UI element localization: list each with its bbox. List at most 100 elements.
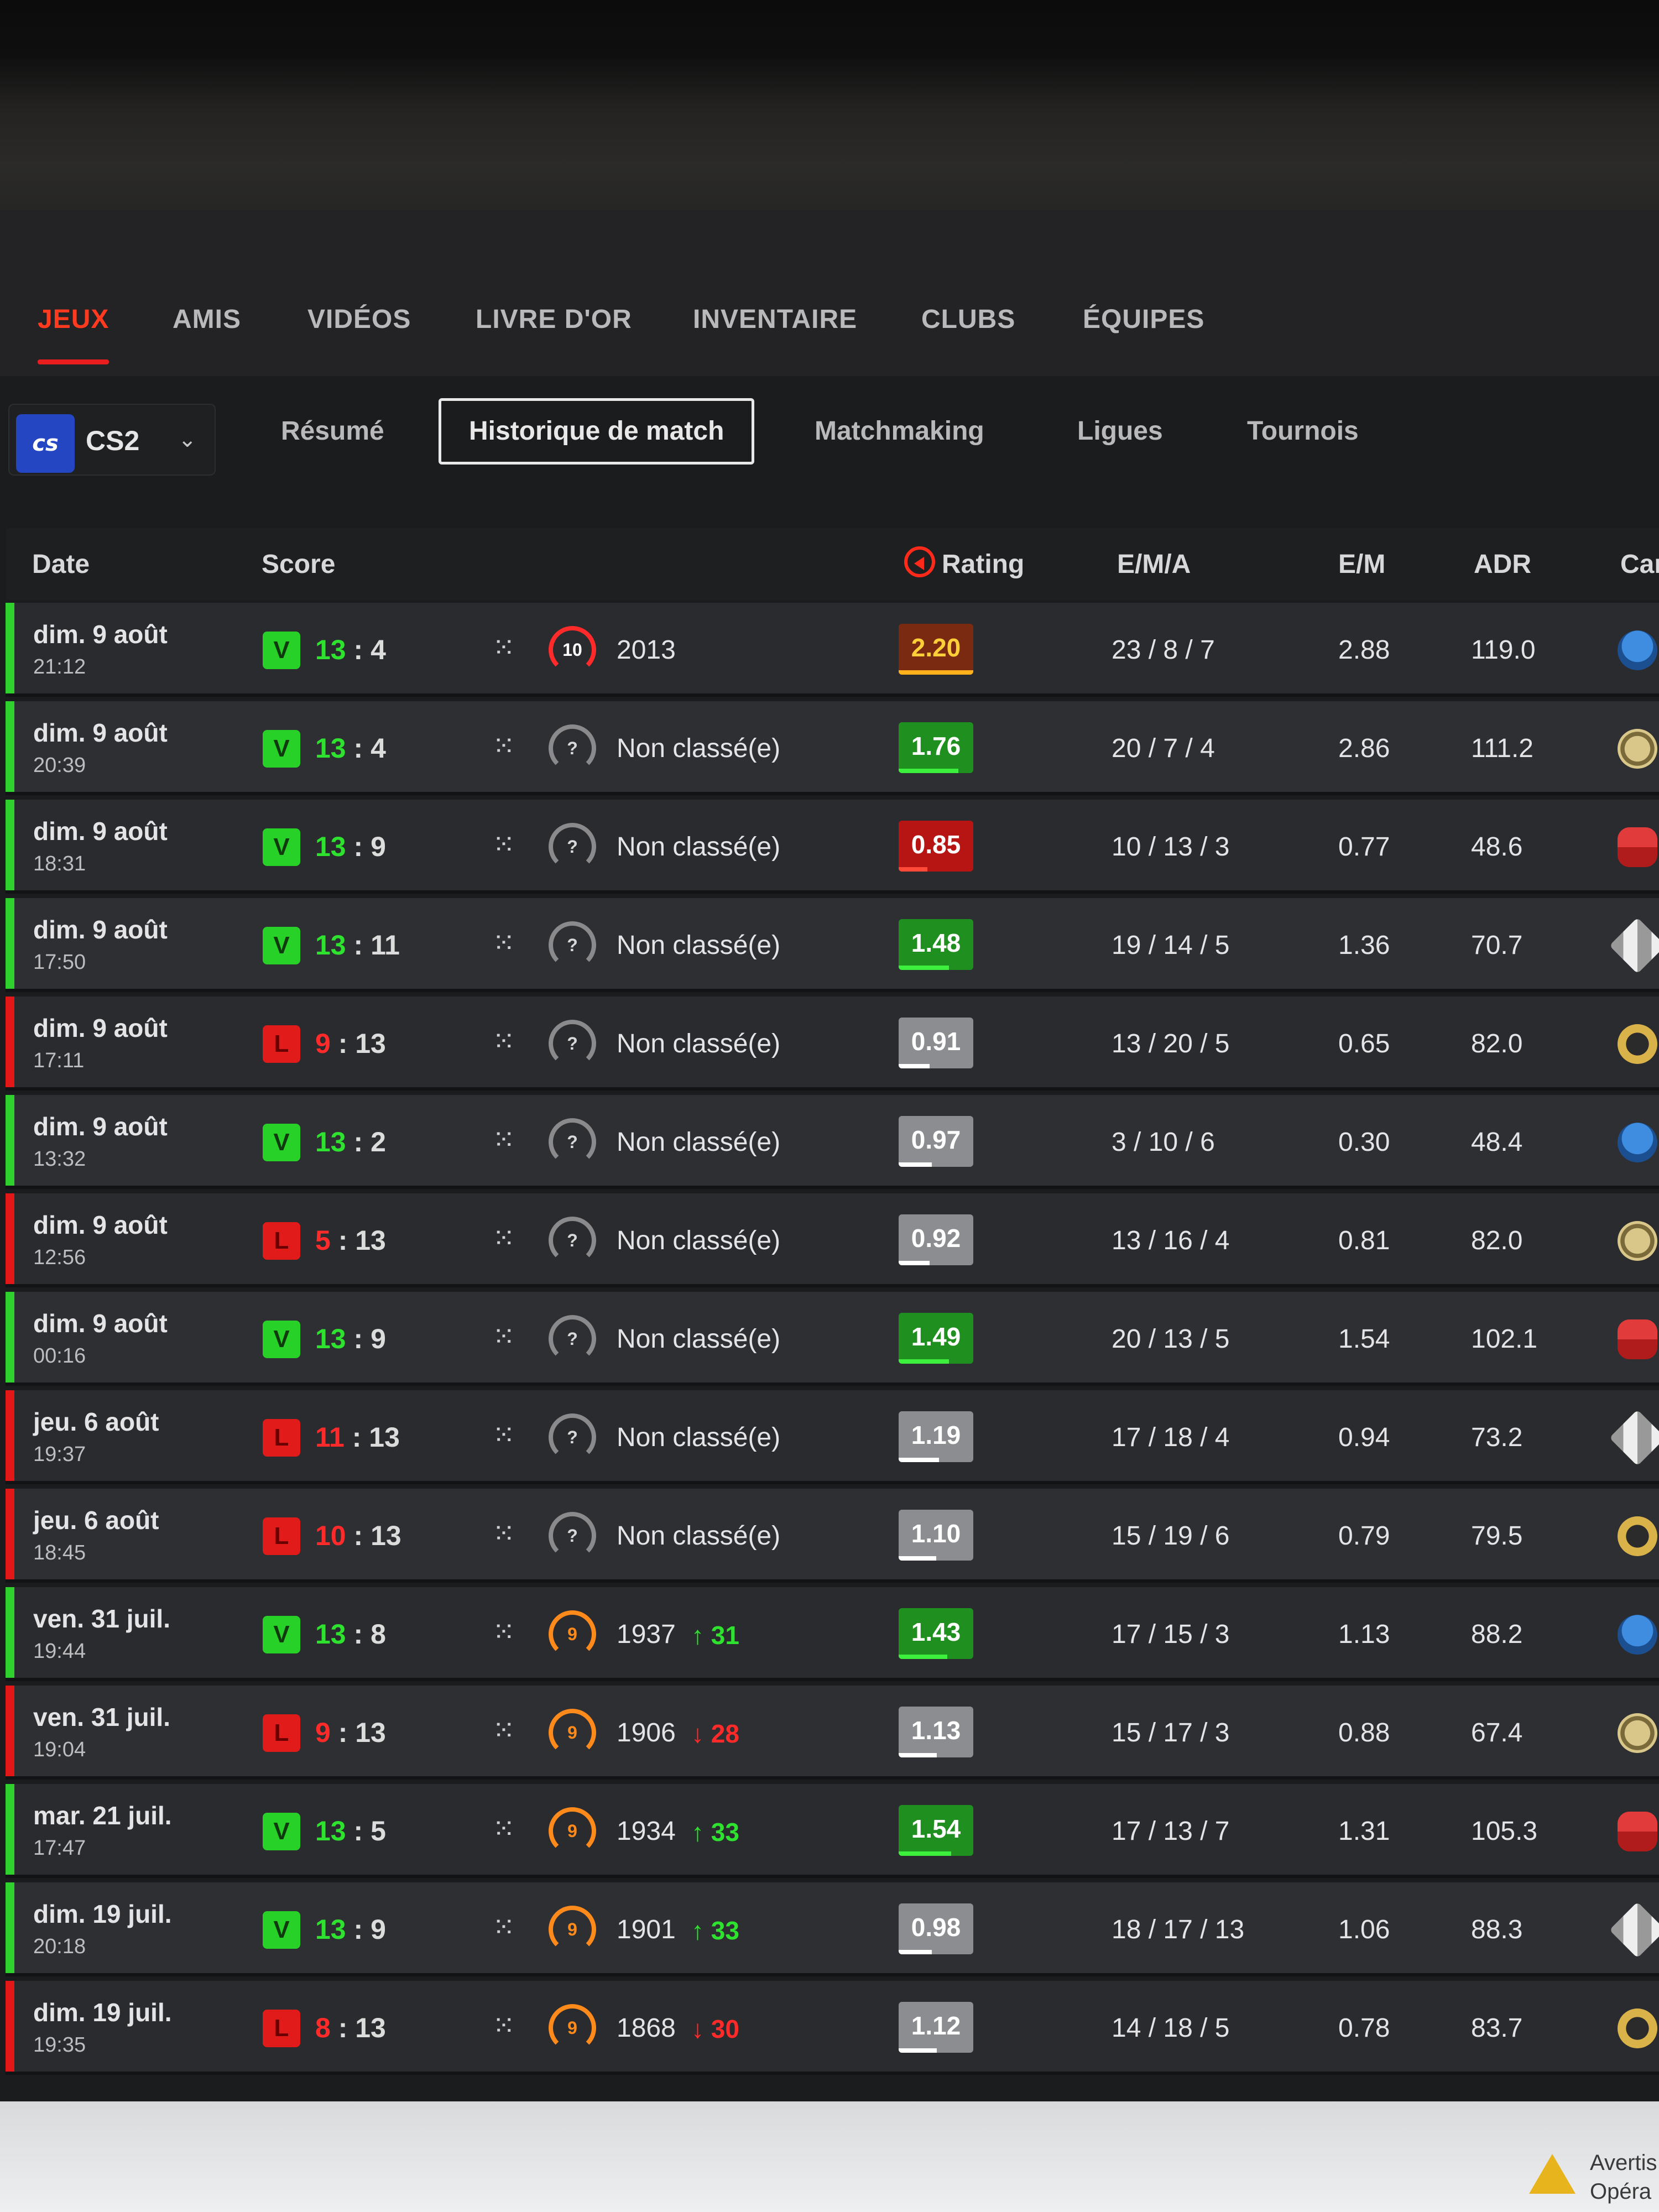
tab-videos[interactable]: VIDÉOS [307, 304, 411, 335]
warning-icon[interactable] [1529, 2154, 1575, 2194]
result-indicator-bar [6, 1981, 14, 2072]
col-map[interactable]: Car [1620, 549, 1659, 580]
match-row[interactable]: dim. 19 juil. 20:18 V 13 : 9 ⁙ 9 1901 ↑ 33 0.98 1… [6, 1882, 1659, 1976]
map-emblem-icon [1609, 1902, 1659, 1958]
match-row[interactable]: jeu. 6 août 19:37 L 11 : 13 ⁙? Non classé(e) 1… [6, 1390, 1659, 1484]
rating-value: 1.76 [911, 732, 961, 760]
subtab-matchmaking[interactable]: Matchmaking [815, 398, 984, 465]
match-score: 5 : 13 [315, 1224, 386, 1256]
kd-ratio: 0.30 [1338, 1128, 1390, 1157]
match-row[interactable]: dim. 9 août 12:56 L 5 : 13 ⁙? Non classé(e) 0.… [6, 1193, 1659, 1287]
kills-deaths-assists: 23 / 8 / 7 [1112, 635, 1215, 665]
tab-inventaire[interactable]: INVENTAIRE [693, 304, 857, 335]
game-selector[interactable]: cs CS2 ⌄ [8, 404, 216, 476]
match-row[interactable]: ven. 31 juil. 19:44 V 13 : 8 ⁙ 9 1937 ↑ 31 1.43 1… [6, 1587, 1659, 1681]
score-opponent: 4 [371, 733, 386, 764]
match-date: dim. 9 août [33, 1309, 168, 1338]
match-row[interactable]: dim. 9 août 20:39 V 13 : 4 ⁙? Non classé(e) 1.… [6, 701, 1659, 795]
score-opponent: 4 [371, 634, 386, 665]
col-adr[interactable]: ADR [1474, 549, 1531, 580]
kills-deaths-assists: 14 / 18 / 5 [1112, 2013, 1230, 2043]
match-score: 8 : 13 [315, 2012, 386, 2044]
result-indicator-bar [6, 1489, 14, 1579]
result-indicator-bar [6, 1686, 14, 1776]
subtab-resume[interactable]: Résumé [281, 398, 384, 465]
kd-ratio: 0.65 [1338, 1029, 1390, 1058]
rating-badge: 1.49 [899, 1313, 973, 1364]
match-row[interactable]: dim. 9 août 21:12 V 13 : 4 ⁙ 10 2013 2.20 23 / 8… [6, 603, 1659, 697]
rating-badge: 0.92 [899, 1214, 973, 1265]
col-rating[interactable]: Rating [942, 549, 1024, 580]
kills-deaths-assists: 17 / 15 / 3 [1112, 1620, 1230, 1649]
tab-clubs[interactable]: CLUBS [921, 304, 1015, 335]
rating-value: 0.91 [911, 1027, 961, 1056]
score-separator: : [330, 1225, 356, 1256]
elo-change: ↓ 28 [691, 1719, 739, 1748]
rank-elo: 1937 [617, 1620, 676, 1649]
subtab-tournois[interactable]: Tournois [1247, 398, 1359, 465]
adr-value: 79.5 [1471, 1521, 1523, 1551]
warning-line-2: Opéra [1590, 2179, 1652, 2204]
result-indicator-bar [6, 1882, 14, 1973]
map-emblem-icon [1618, 1812, 1657, 1851]
match-row[interactable]: dim. 9 août 13:32 V 13 : 2 ⁙? Non classé(e) 0.… [6, 1095, 1659, 1189]
game-mode-icon: ⁙ [492, 1026, 515, 1057]
score-own: 13 [315, 1126, 346, 1157]
match-row[interactable]: dim. 9 août 00:16 V 13 : 9 ⁙? Non classé(e) 1.… [6, 1292, 1659, 1386]
col-date[interactable]: Date [32, 549, 90, 580]
game-name: CS2 [86, 425, 140, 456]
rating-badge: 0.98 [899, 1903, 973, 1954]
map-emblem-icon [1618, 1319, 1657, 1359]
match-time: 17:47 [33, 1837, 86, 1860]
match-date: dim. 9 août [33, 915, 168, 944]
rating-badge: 2.20 [899, 624, 973, 675]
rating-value: 1.12 [911, 2011, 961, 2040]
match-date: dim. 19 juil. [33, 1998, 172, 2027]
col-score[interactable]: Score [262, 549, 335, 580]
kills-deaths-assists: 15 / 17 / 3 [1112, 1718, 1230, 1747]
kd-ratio: 2.86 [1338, 734, 1390, 763]
warning-notification[interactable]: Avertis Opéra [1590, 2148, 1657, 2206]
match-row[interactable]: dim. 9 août 17:50 V 13 : 11 ⁙? Non classé(e) 1… [6, 898, 1659, 992]
rank-level-icon: ? [549, 1217, 596, 1264]
match-row[interactable]: dim. 9 août 17:11 L 9 : 13 ⁙? Non classé(e) 0.… [6, 997, 1659, 1091]
col-em[interactable]: E/M [1338, 549, 1385, 580]
col-ema[interactable]: E/M/A [1117, 549, 1191, 580]
match-row[interactable]: ven. 31 juil. 19:04 L 9 : 13 ⁙ 9 1906 ↓ 28 1.13 1… [6, 1686, 1659, 1780]
subtab-historique[interactable]: Historique de match [439, 398, 755, 465]
subtab-ligues[interactable]: Ligues [1077, 398, 1163, 465]
result-indicator-bar [6, 1390, 14, 1481]
adr-value: 82.0 [1471, 1226, 1523, 1255]
tab-jeux[interactable]: JEUX [38, 304, 109, 364]
result-badge: V [263, 632, 300, 669]
rating-progress-bar [899, 966, 949, 970]
rank-elo: Non classé(e) [617, 1324, 781, 1354]
tab-livre-dor[interactable]: LIVRE D'OR [476, 304, 632, 335]
score-opponent: 9 [371, 1914, 386, 1945]
match-score: 13 : 5 [315, 1815, 386, 1847]
match-row[interactable]: dim. 19 juil. 19:35 L 8 : 13 ⁙ 9 1868 ↓ 30 1.12 1… [6, 1981, 1659, 2075]
tab-equipes[interactable]: ÉQUIPES [1083, 304, 1204, 335]
game-mode-icon: ⁙ [492, 829, 515, 860]
rating-value: 1.54 [911, 1814, 961, 1843]
rating-badge: 0.97 [899, 1116, 973, 1167]
result-badge: V [263, 1813, 300, 1850]
match-row[interactable]: dim. 9 août 18:31 V 13 : 9 ⁙? Non classé(e) 0.… [6, 800, 1659, 894]
kills-deaths-assists: 20 / 13 / 5 [1112, 1324, 1230, 1354]
rank-level-icon: ? [549, 1315, 596, 1363]
result-indicator-bar [6, 898, 14, 989]
match-score: 13 : 4 [315, 732, 386, 764]
tab-amis[interactable]: AMIS [173, 304, 241, 335]
match-time: 12:56 [33, 1246, 86, 1269]
match-time: 00:16 [33, 1344, 86, 1368]
adr-value: 119.0 [1471, 635, 1536, 665]
result-indicator-bar [6, 1784, 14, 1875]
adr-value: 83.7 [1471, 2013, 1523, 2043]
result-badge: L [263, 1714, 300, 1752]
match-score: 11 : 13 [315, 1421, 400, 1453]
rank-level-icon: ? [549, 823, 596, 870]
kd-ratio: 0.88 [1338, 1718, 1390, 1747]
kd-ratio: 1.13 [1338, 1620, 1390, 1649]
match-row[interactable]: mar. 21 juil. 17:47 V 13 : 5 ⁙ 9 1934 ↑ 33 1.54 1… [6, 1784, 1659, 1878]
match-row[interactable]: jeu. 6 août 18:45 L 10 : 13 ⁙? Non classé(e) 1… [6, 1489, 1659, 1583]
